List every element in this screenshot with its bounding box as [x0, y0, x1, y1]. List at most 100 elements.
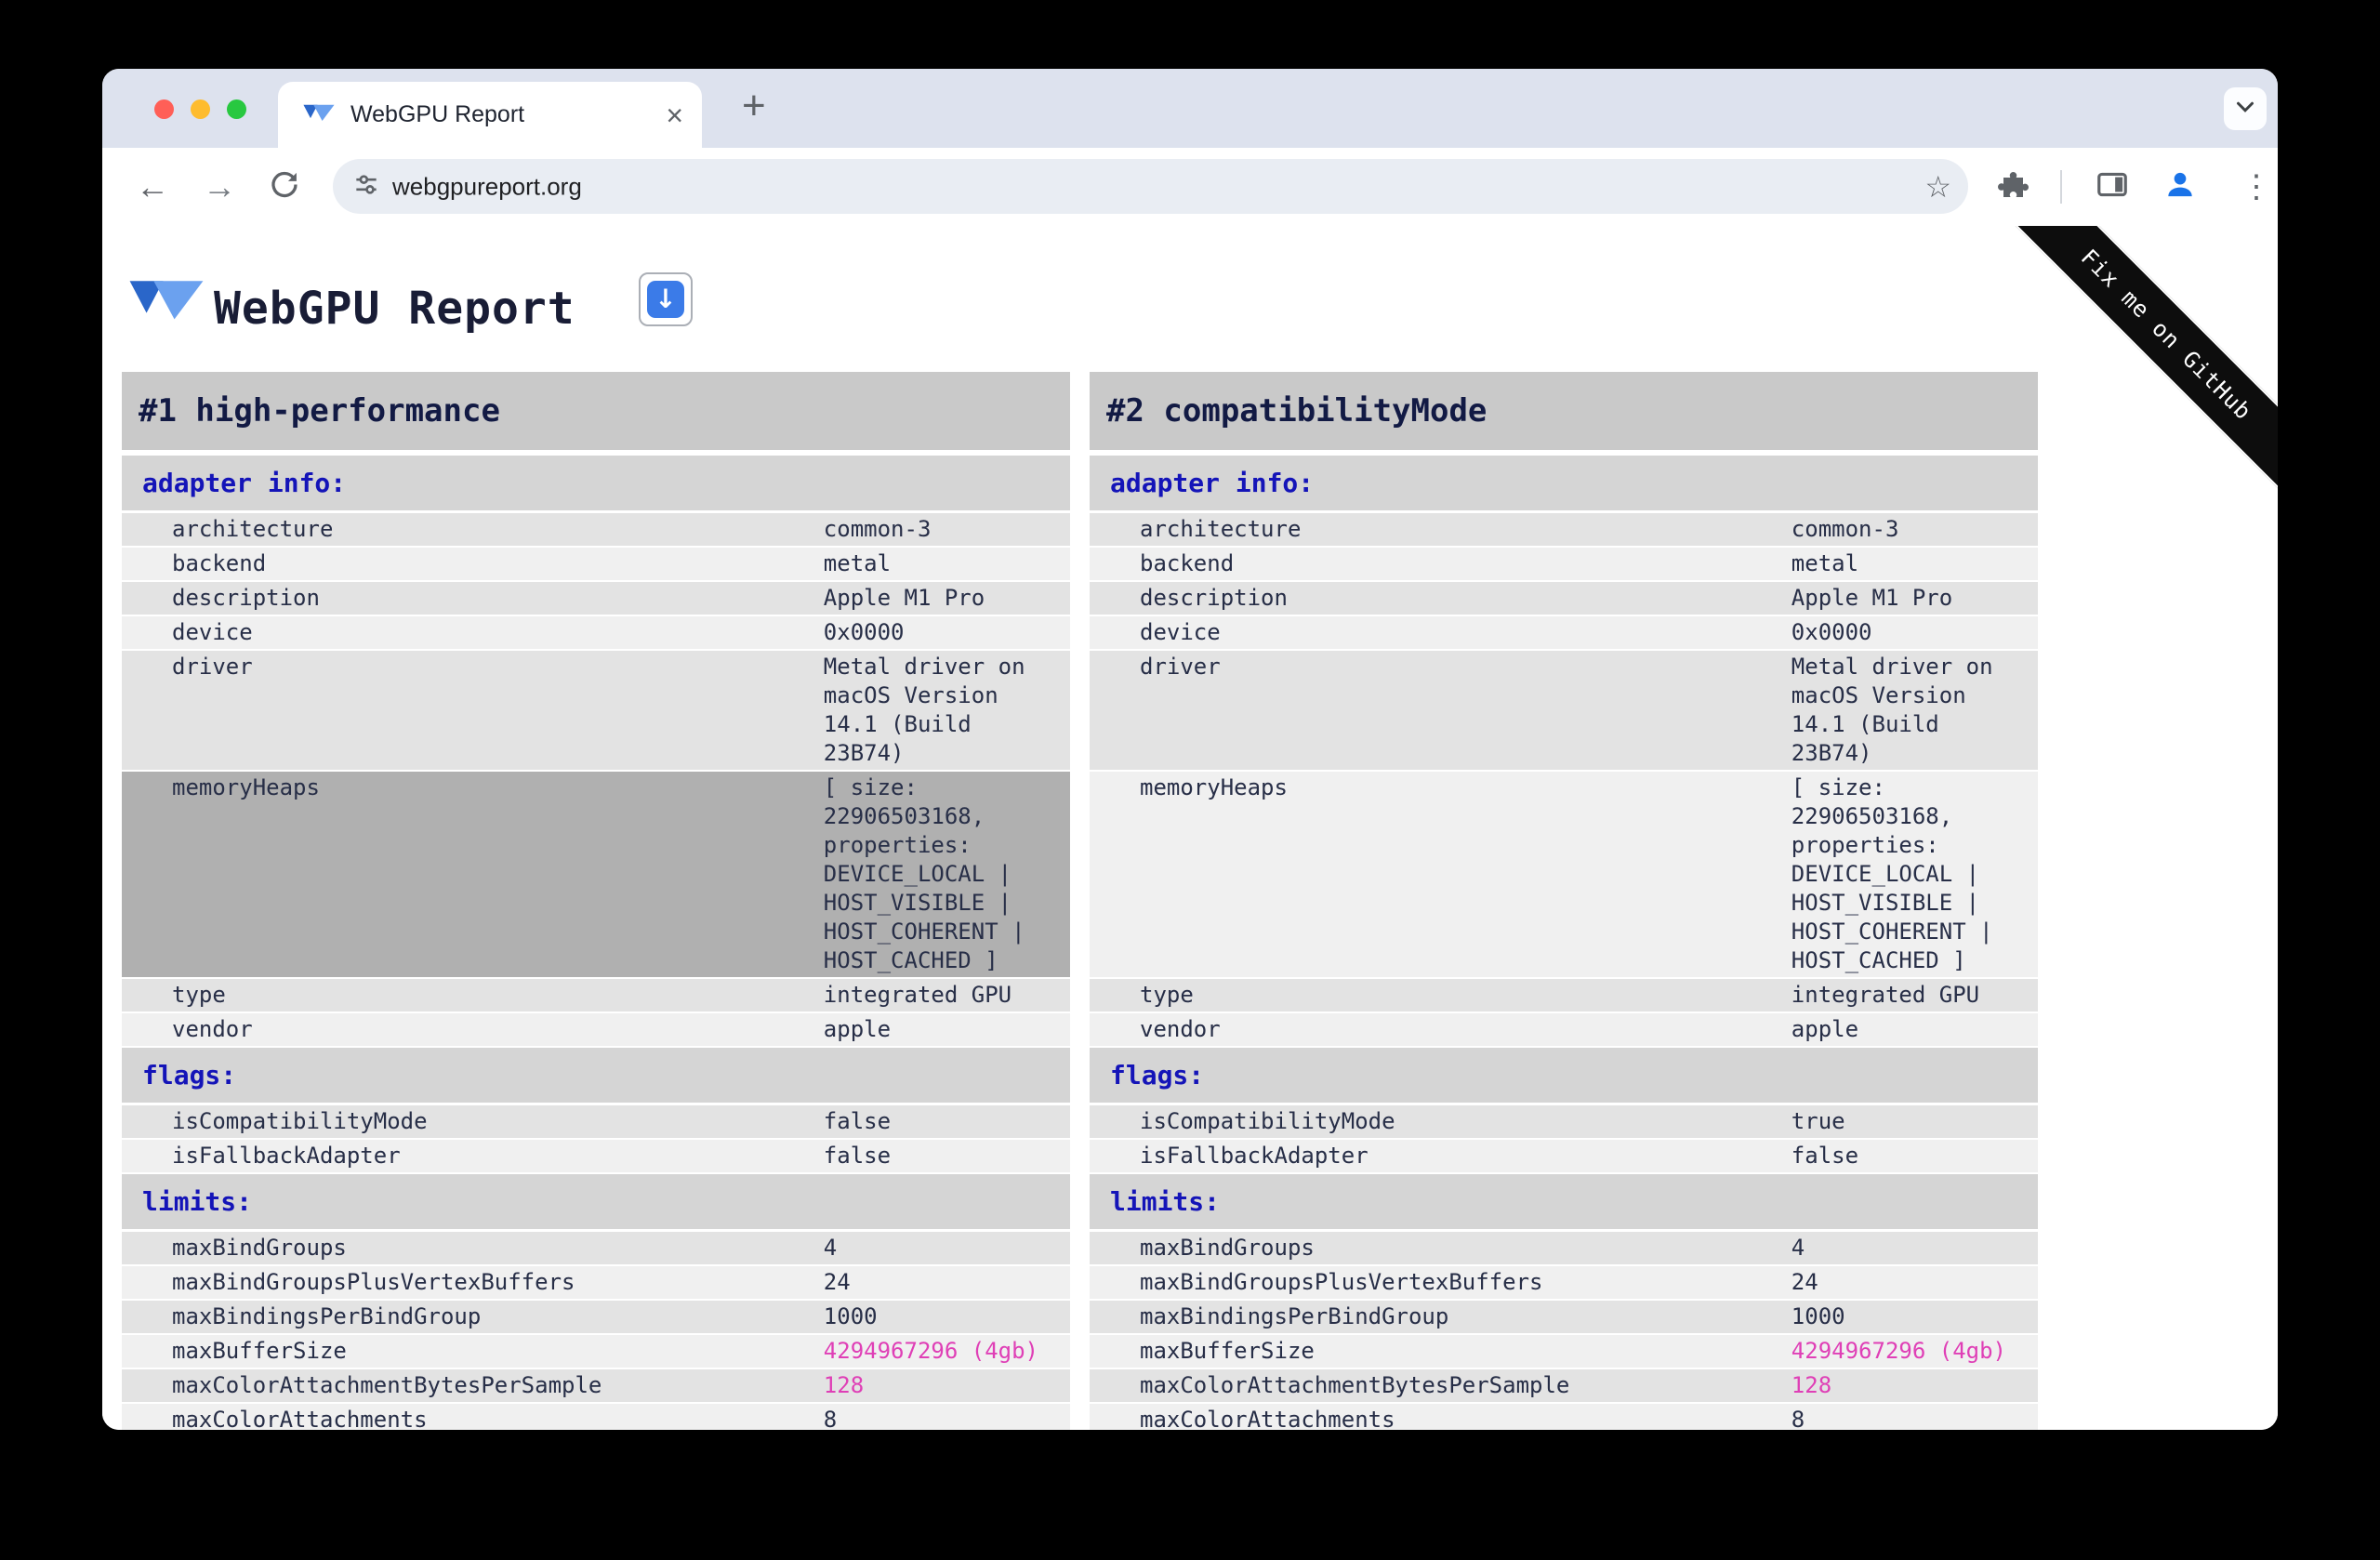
row-value: Apple M1 Pro	[1791, 585, 1953, 611]
back-button[interactable]: ←	[136, 170, 169, 204]
card-title: #2 compatibilityMode	[1090, 372, 2038, 450]
download-report-button[interactable]: ↓	[639, 272, 693, 326]
row-value: common-3	[1791, 516, 1899, 542]
row-value: [ size: 22906503168, properties: DEVICE_…	[823, 774, 1025, 973]
reload-button[interactable]	[268, 168, 301, 206]
table-row: maxColorAttachmentBytesPerSample 128	[122, 1369, 1070, 1404]
tab-close-icon[interactable]: ×	[666, 100, 683, 130]
table-row: maxBindGroupsPlusVertexBuffers 24	[1090, 1266, 2038, 1301]
tab-title: WebGPU Report	[350, 101, 525, 127]
row-value: metal	[1791, 550, 1859, 576]
table-row: memoryHeaps [ size: 22906503168, properti…	[122, 772, 1070, 979]
row-label: maxBindGroups	[1140, 1235, 1315, 1261]
row-label: maxColorAttachments	[1140, 1407, 1395, 1430]
minimize-window-button[interactable]	[191, 99, 210, 119]
row-label: description	[172, 585, 320, 611]
row-label: driver	[1140, 654, 1221, 680]
table-row: vendor apple	[1090, 1013, 2038, 1048]
row-value: integrated GPU	[1791, 982, 1980, 1008]
gpu-adapter-card: #1 high-performance adapter info: archite…	[122, 372, 1070, 1430]
site-settings-icon[interactable]	[351, 169, 381, 204]
webgpu-logo	[126, 271, 206, 332]
table-row: type integrated GPU	[122, 979, 1070, 1013]
row-label: maxBufferSize	[1140, 1338, 1315, 1364]
section-header: flags:	[1090, 1048, 2038, 1105]
table-row: maxBindingsPerBindGroup 1000	[1090, 1301, 2038, 1335]
section-header: adapter info:	[122, 456, 1070, 513]
table-row: maxBufferSize 4294967296 (4gb)	[122, 1335, 1070, 1369]
row-value: false	[1791, 1143, 1859, 1169]
row-value: 128	[1791, 1372, 1832, 1398]
browser-tab[interactable]: WebGPU Report ×	[278, 82, 702, 148]
table-row: vendor apple	[122, 1013, 1070, 1048]
table-row: description Apple M1 Pro	[1090, 582, 2038, 616]
row-label: isCompatibilityMode	[1140, 1108, 1395, 1134]
table-row: maxColorAttachments 8	[122, 1404, 1070, 1430]
address-bar[interactable]: webgpureport.org ☆	[333, 159, 1968, 214]
table-row: isFallbackAdapter false	[122, 1140, 1070, 1174]
table-row: memoryHeaps [ size: 22906503168, properti…	[1090, 772, 2038, 979]
table-row: architecture common-3	[122, 513, 1070, 548]
row-label: description	[1140, 585, 1288, 611]
table-row: isCompatibilityMode true	[1090, 1105, 2038, 1140]
row-value: 1000	[823, 1303, 878, 1329]
overflow-menu-icon[interactable]: ⋮	[2241, 171, 2272, 203]
row-value: false	[823, 1143, 892, 1169]
row-label: driver	[172, 654, 253, 680]
row-value: Metal driver on macOS Version 14.1 (Buil…	[1791, 654, 1993, 766]
row-value: 4	[1791, 1235, 1805, 1261]
row-label: device	[172, 619, 253, 645]
table-row: isFallbackAdapter false	[1090, 1140, 2038, 1174]
bookmark-star-icon[interactable]: ☆	[1924, 172, 1951, 202]
table-row: maxBindGroups 4	[1090, 1232, 2038, 1266]
table-row: type integrated GPU	[1090, 979, 2038, 1013]
row-value: 4	[823, 1235, 838, 1261]
cards-row: #1 high-performance adapter info: archite…	[122, 372, 2038, 1430]
section-header: flags:	[122, 1048, 1070, 1105]
download-icon: ↓	[647, 281, 684, 318]
table-row: architecture common-3	[1090, 513, 2038, 548]
row-label: isCompatibilityMode	[172, 1108, 428, 1134]
row-value: true	[1791, 1108, 1845, 1134]
row-label: maxColorAttachmentBytesPerSample	[172, 1372, 602, 1398]
table-row: maxColorAttachments 8	[1090, 1404, 2038, 1430]
fullscreen-window-button[interactable]	[227, 99, 246, 119]
webgpu-favicon-icon	[302, 100, 336, 129]
row-label: maxBindingsPerBindGroup	[172, 1303, 482, 1329]
row-value: 8	[823, 1407, 838, 1430]
chevron-down-icon	[2231, 93, 2259, 126]
row-value: integrated GPU	[823, 982, 1012, 1008]
row-value: 8	[1791, 1407, 1805, 1430]
row-value: apple	[1791, 1016, 1859, 1042]
row-label: maxBindGroupsPlusVertexBuffers	[172, 1269, 575, 1295]
row-label: memoryHeaps	[172, 774, 320, 800]
row-value: 1000	[1791, 1303, 1845, 1329]
row-label: maxBindingsPerBindGroup	[1140, 1303, 1449, 1329]
table-row: maxBufferSize 4294967296 (4gb)	[1090, 1335, 2038, 1369]
section-header: adapter info:	[1090, 456, 2038, 513]
row-label: maxBindGroups	[172, 1235, 347, 1261]
row-value: 128	[823, 1372, 865, 1398]
forward-button[interactable]: →	[203, 170, 236, 204]
row-value: false	[823, 1108, 892, 1134]
close-window-button[interactable]	[154, 99, 174, 119]
card-body: adapter info: architecture common-3 backend…	[1090, 456, 2038, 1430]
table-row: device 0x0000	[122, 616, 1070, 651]
tab-search-button[interactable]	[2224, 87, 2267, 130]
side-panel-icon[interactable]	[2095, 167, 2130, 207]
page-content: WebGPU Report ↓ Fix me on GitHub #1 high…	[102, 226, 2278, 1430]
tab-strip: WebGPU Report × +	[102, 69, 2278, 148]
profile-avatar-icon[interactable]	[2162, 167, 2198, 207]
extensions-icon[interactable]	[1995, 168, 2029, 206]
row-value: 0x0000	[1791, 619, 1872, 645]
row-label: backend	[1140, 550, 1235, 576]
row-label: architecture	[1140, 516, 1302, 542]
row-value: 4294967296 (4gb)	[1791, 1338, 2006, 1364]
section-header: limits:	[122, 1174, 1070, 1232]
row-value: 0x0000	[823, 619, 905, 645]
row-label: isFallbackAdapter	[1140, 1143, 1368, 1169]
new-tab-button[interactable]: +	[742, 86, 766, 126]
row-value: Apple M1 Pro	[823, 585, 985, 611]
row-label: backend	[172, 550, 267, 576]
browser-toolbar: ← → webgpureport.org ☆ ⋮	[102, 148, 2278, 227]
